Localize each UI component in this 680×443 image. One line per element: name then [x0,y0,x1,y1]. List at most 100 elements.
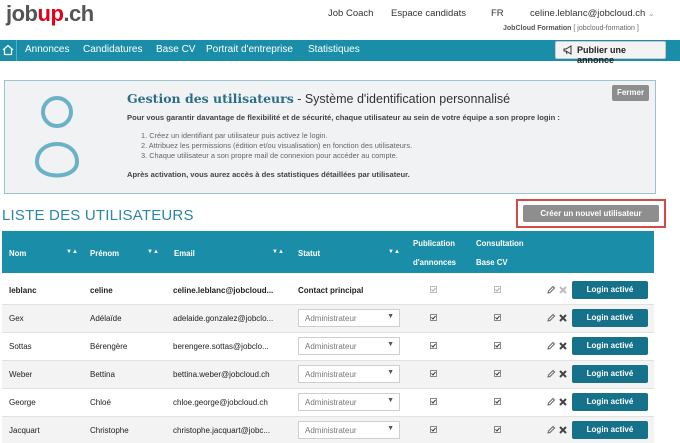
publication-checkbox[interactable] [430,426,437,433]
login-active-button[interactable]: Login activé [572,337,648,355]
logo-text-ch: .ch [63,1,94,26]
user-management-info-panel: Gestion des utilisateurs - Système d'ide… [4,80,656,194]
table-row: Gex Adélaïde adelaide.gonzalez@jobclo...… [2,305,654,333]
cell-nom: Weber [9,370,33,379]
table-row: Weber Bettina bettina.weber@jobcloud.ch … [2,361,654,389]
cell-prenom: Christophe [90,426,129,435]
cell-email: chloe.george@jobcloud.ch [173,398,268,407]
logo-text-up: up [37,1,64,26]
nav-statistiques[interactable]: Statistiques [308,44,360,55]
status-select[interactable]: Administrateur ▼ [298,309,400,327]
logo-text-job: job [6,1,38,26]
delete-icon[interactable] [558,425,568,435]
info-title-bold: Gestion des utilisateurs [127,91,294,106]
cell-nom: George [9,398,36,407]
publication-checkbox[interactable] [430,370,437,377]
main-nav: Annonces Candidatures Base CV Portrait d… [0,40,680,65]
consultation-checkbox[interactable] [494,426,501,433]
delete-icon[interactable] [558,341,568,351]
status-select-value: Administrateur [305,398,357,407]
status-select-value: Administrateur [305,342,357,351]
edit-icon[interactable] [546,341,556,351]
home-button[interactable] [0,40,17,61]
login-active-button[interactable]: Login activé [572,421,648,439]
info-title: Gestion des utilisateurs - Système d'ide… [127,91,510,106]
publish-job-button[interactable]: Publier une annonce [555,41,666,65]
nav-company-portrait[interactable]: Portrait d'entreprise [206,44,293,55]
megaphone-icon [563,45,572,55]
column-header-statut[interactable]: Statut [298,249,320,258]
info-lead-text: Pour vous garantir davantage de flexibil… [127,113,560,122]
column-header-consultation: Consultation [476,239,524,248]
table-row: Jacquart Christophe christophe.jacquart@… [2,417,654,443]
column-header-prenom[interactable]: Prénom [90,249,119,258]
consultation-checkbox[interactable] [494,314,501,321]
chevron-down-icon: ▼ [387,369,394,376]
cell-nom: Sottas [9,342,32,351]
column-header-nom[interactable]: Nom [9,249,26,258]
login-active-button[interactable]: Login activé [572,309,648,327]
delete-icon[interactable] [558,397,568,407]
publication-checkbox[interactable] [430,342,437,349]
login-active-button[interactable]: Login activé [572,393,648,411]
status-select-value: Administrateur [305,426,357,435]
top-header: jobup.ch Job Coach Espace candidats FR c… [0,0,680,40]
table-row: Sottas Bérengère berengere.sottas@jobclo… [2,333,654,361]
edit-icon[interactable] [546,397,556,407]
cell-nom: Gex [9,314,24,323]
nav-base-cv[interactable]: Base CV [156,44,195,55]
nav-annonces[interactable]: Annonces [25,44,69,55]
publication-checkbox[interactable] [430,314,437,321]
delete-icon[interactable] [558,313,568,323]
create-user-button[interactable]: Créer un nouvel utilisateur [523,205,659,222]
consultation-checkbox[interactable] [494,398,501,405]
consultation-checkbox[interactable] [494,370,501,377]
company-name: JobCloud Formation [503,25,572,32]
edit-icon[interactable] [546,313,556,323]
cell-prenom: Adélaïde [90,314,122,323]
cell-email: christophe.jacquart@jobc... [173,426,271,435]
cell-email: berengere.sottas@jobclo... [173,342,269,351]
column-header-consultation-sub: Base CV [476,258,508,267]
sort-icon[interactable]: ▼▲ [388,249,400,255]
status-select[interactable]: Administrateur ▼ [298,365,400,383]
edit-icon[interactable] [546,369,556,379]
chevron-down-icon: ▼ [387,397,394,404]
language-selector[interactable]: FR [491,8,504,19]
job-coach-link[interactable]: Job Coach [328,8,373,19]
close-info-button[interactable]: Fermer [612,85,649,101]
login-active-button[interactable]: Login activé [572,281,648,299]
status-select-value: Administrateur [305,370,357,379]
user-account-menu[interactable]: celine.leblanc@jobcloud.ch ⌄ [530,8,655,19]
cell-email: bettina.weber@jobcloud.ch [173,370,270,379]
user-figure-illustration [34,96,80,178]
sort-icon[interactable]: ▼▲ [66,249,78,255]
delete-icon[interactable] [558,369,568,379]
edit-icon[interactable] [546,425,556,435]
status-select[interactable]: Administrateur ▼ [298,337,400,355]
home-icon [2,44,14,56]
jobup-logo[interactable]: jobup.ch [6,1,94,27]
cell-prenom: celine [90,286,113,295]
company-id: [ jobcloud-formation ] [573,25,639,32]
status-select-value: Administrateur [305,314,357,323]
sort-icon[interactable]: ▼▲ [147,249,159,255]
company-info: JobCloud Formation [ jobcloud-formation … [503,25,639,32]
login-active-button[interactable]: Login activé [572,365,648,383]
cell-email: celine.leblanc@jobcloud... [173,286,274,295]
user-list-title: LISTE DES UTILISATEURS [2,207,194,224]
consultation-checkbox[interactable] [494,342,501,349]
info-after-text: Après activation, vous aurez accès à des… [127,170,410,179]
status-select[interactable]: Administrateur ▼ [298,421,400,439]
publication-checkbox[interactable] [430,398,437,405]
candidates-space-link[interactable]: Espace candidats [391,8,466,19]
chevron-down-icon: ▼ [387,425,394,432]
cell-nom: leblanc [9,286,37,295]
edit-icon[interactable] [546,285,556,295]
sort-icon[interactable]: ▼▲ [272,249,284,255]
chevron-down-icon: ▼ [387,313,394,320]
nav-candidatures[interactable]: Candidatures [83,44,142,55]
chevron-down-icon: ⌄ [647,9,655,18]
column-header-email[interactable]: Email [174,249,195,258]
status-select[interactable]: Administrateur ▼ [298,393,400,411]
